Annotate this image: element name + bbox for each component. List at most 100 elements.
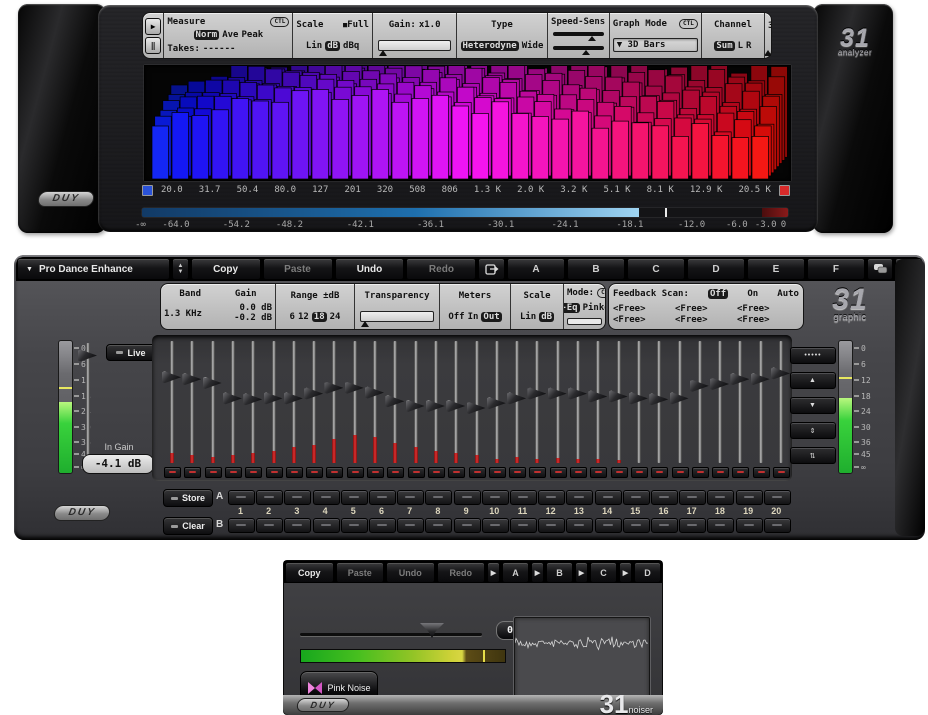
- preset-slot-a-7[interactable]: [397, 490, 424, 505]
- preset-slot-b-20[interactable]: [764, 518, 791, 533]
- noiser-bank-a-button[interactable]: A: [502, 562, 529, 583]
- band-button[interactable]: [184, 467, 201, 478]
- feedback-off[interactable]: Off: [708, 289, 728, 299]
- gain-slider-marker[interactable]: [379, 50, 387, 56]
- meters-option-off[interactable]: Off: [448, 312, 464, 322]
- curve-compress-button[interactable]: ⇅: [790, 447, 836, 464]
- preset-dropdown[interactable]: ▼ Pro Dance Enhance: [17, 258, 170, 280]
- low-range-marker[interactable]: [142, 185, 153, 196]
- undo-button[interactable]: Undo: [335, 258, 405, 280]
- full-label[interactable]: Full: [347, 20, 369, 30]
- preset-slot-b-11[interactable]: [510, 518, 537, 533]
- lag-marker[interactable]: [764, 50, 771, 56]
- measure-ctl-badge[interactable]: CTL: [270, 17, 289, 27]
- feedback-slot[interactable]: <Free>: [675, 315, 737, 325]
- range-option-12[interactable]: 12: [298, 312, 309, 322]
- preset-slot-b-17[interactable]: [679, 518, 706, 533]
- feedback-slot[interactable]: <Free>: [737, 304, 799, 314]
- band-button[interactable]: [712, 467, 729, 478]
- band-button[interactable]: [448, 467, 465, 478]
- preset-slot-b-5[interactable]: [341, 518, 368, 533]
- band-button[interactable]: [266, 467, 283, 478]
- band-button[interactable]: [469, 467, 486, 478]
- preset-slot-b-3[interactable]: [284, 518, 311, 533]
- preset-slot-a-8[interactable]: [425, 490, 452, 505]
- preset-slot-a-15[interactable]: [623, 490, 650, 505]
- band-button[interactable]: [732, 467, 749, 478]
- meters-option-in[interactable]: In: [468, 312, 479, 322]
- preset-slot-b-14[interactable]: [595, 518, 622, 533]
- feedback-slot[interactable]: <Free>: [613, 304, 675, 314]
- preset-slot-a-6[interactable]: [369, 490, 396, 505]
- band-button[interactable]: [428, 467, 445, 478]
- eq-bank-a-button[interactable]: A: [507, 258, 565, 280]
- measure-mode-ave[interactable]: Ave: [222, 30, 238, 40]
- play-icon[interactable]: ▶: [145, 18, 161, 35]
- curve-raise-button[interactable]: ▲: [790, 372, 836, 389]
- band-button[interactable]: [753, 467, 770, 478]
- pause-icon[interactable]: ‖: [145, 37, 161, 54]
- scale-option-db[interactable]: dB: [539, 312, 554, 322]
- paste-button[interactable]: Paste: [263, 258, 333, 280]
- preset-slot-b-7[interactable]: [397, 518, 424, 533]
- export-button[interactable]: [478, 258, 505, 280]
- copy-button[interactable]: Copy: [285, 562, 334, 583]
- scale-dbq[interactable]: dBq: [343, 41, 359, 51]
- band-button[interactable]: [570, 467, 587, 478]
- undo-button[interactable]: Undo: [386, 562, 435, 583]
- copy-button[interactable]: Copy: [191, 258, 261, 280]
- range-option-6[interactable]: 6: [290, 312, 295, 322]
- preset-slot-a-14[interactable]: [595, 490, 622, 505]
- band-button[interactable]: [245, 467, 262, 478]
- transparency-slider[interactable]: [360, 311, 434, 322]
- band-button[interactable]: [347, 467, 364, 478]
- preset-slot-b-19[interactable]: [736, 518, 763, 533]
- preset-slot-a-13[interactable]: [566, 490, 593, 505]
- eq-bank-b-button[interactable]: B: [567, 258, 625, 280]
- level-bar-tick[interactable]: [665, 208, 667, 217]
- speed-slider-1[interactable]: [553, 32, 604, 36]
- speed-slider-2[interactable]: [553, 46, 604, 50]
- gain-slider[interactable]: [378, 40, 451, 51]
- advance-arrow-button[interactable]: ▶: [487, 562, 500, 583]
- band-button[interactable]: [590, 467, 607, 478]
- noiser-bank-b-button[interactable]: B: [546, 562, 573, 583]
- comments-button[interactable]: [867, 258, 894, 280]
- audio-button[interactable]: [895, 258, 922, 280]
- preset-slot-b-16[interactable]: [651, 518, 678, 533]
- preset-slot-a-5[interactable]: [341, 490, 368, 505]
- band-button[interactable]: [306, 467, 323, 478]
- preset-slot-a-4[interactable]: [313, 490, 340, 505]
- eq-bank-c-button[interactable]: C: [627, 258, 685, 280]
- scale-lin[interactable]: Lin: [306, 41, 322, 51]
- eq-bank-e-button[interactable]: E: [747, 258, 805, 280]
- preset-slot-b-10[interactable]: [482, 518, 509, 533]
- clear-button[interactable]: Clear: [163, 517, 213, 535]
- preset-slot-b-2[interactable]: [256, 518, 283, 533]
- band-button[interactable]: [672, 467, 689, 478]
- preset-slot-a-17[interactable]: [679, 490, 706, 505]
- preset-slot-a-10[interactable]: [482, 490, 509, 505]
- preset-slot-a-1[interactable]: [228, 490, 255, 505]
- advance-arrow-button[interactable]: ▶: [575, 562, 588, 583]
- channel-l[interactable]: L: [738, 41, 743, 51]
- mode-option-pinker[interactable]: Pinker: [583, 303, 605, 313]
- preset-slot-a-16[interactable]: [651, 490, 678, 505]
- advance-arrow-button[interactable]: ▶: [619, 562, 632, 583]
- band-button[interactable]: [164, 467, 181, 478]
- band-button[interactable]: [326, 467, 343, 478]
- meters-option-out[interactable]: Out: [481, 312, 501, 322]
- noiser-bank-c-button[interactable]: C: [590, 562, 617, 583]
- preset-slot-a-2[interactable]: [256, 490, 283, 505]
- preset-slot-b-18[interactable]: [707, 518, 734, 533]
- scale-option-lin[interactable]: Lin: [520, 312, 536, 322]
- preset-slot-a-18[interactable]: [707, 490, 734, 505]
- preset-slot-b-1[interactable]: [228, 518, 255, 533]
- band-button[interactable]: [205, 467, 222, 478]
- scale-db[interactable]: dB: [325, 41, 340, 51]
- band-button[interactable]: [651, 467, 668, 478]
- feedback-auto[interactable]: Auto: [777, 289, 799, 299]
- stepper-down-icon[interactable]: ▼: [178, 270, 184, 275]
- curve-flatten-button[interactable]: •••••: [790, 347, 836, 364]
- measure-mode-peak[interactable]: Peak: [241, 30, 263, 40]
